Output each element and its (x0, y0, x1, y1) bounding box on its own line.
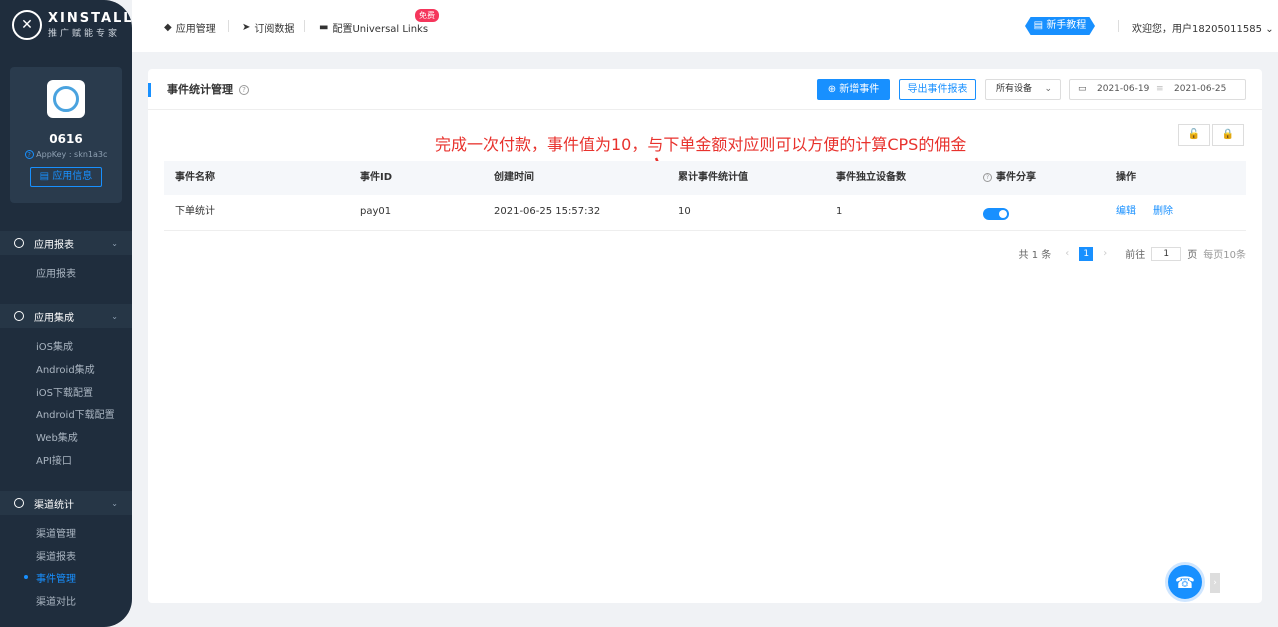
app-info-button[interactable]: ▤ 应用信息 (30, 167, 102, 187)
delete-link[interactable]: 删除 (1153, 195, 1173, 229)
sidebar-item-ios-integration[interactable]: iOS集成 (36, 338, 73, 353)
cube-icon (14, 311, 24, 321)
sidebar-item-ios-download[interactable]: iOS下载配置 (36, 384, 93, 399)
calendar-icon: ▭ (1078, 84, 1087, 94)
col-devices: 事件独立设备数 (836, 172, 906, 183)
chevron-down-icon: ⌄ (111, 498, 118, 508)
event-devices: 1 (836, 206, 843, 217)
top-bar: ◆ 应用管理 ➤ 订阅数据 ▬ 配置Universal Links 免费 ▤ 新手教程… (132, 0, 1278, 52)
brand-name: XINSTALL (48, 11, 132, 26)
col-event-id: 事件ID (360, 172, 393, 183)
nav-universal-links[interactable]: ▬ 配置Universal Links (319, 20, 428, 35)
total-count: 共 1 条 (1018, 250, 1052, 261)
sidebar-item-android-download[interactable]: Android下载配置 (36, 406, 115, 421)
chevron-down-icon: ⌄ (1265, 24, 1274, 35)
briefcase-icon: ▬ (319, 22, 329, 33)
table-header: 事件名称 事件ID 创建时间 累计事件统计值 事件独立设备数 ? 事件分享 操作 (164, 161, 1246, 195)
event-id: pay01 (360, 206, 392, 217)
free-badge: 免费 (415, 9, 439, 22)
per-page: 每页10条 (1203, 250, 1246, 261)
sidebar-item-channel-report[interactable]: 渠道报表 (36, 548, 76, 563)
unlock-icon[interactable]: 🔓 (1178, 124, 1210, 146)
goto-page-input[interactable]: 1 (1151, 246, 1182, 261)
app-name: 0616 (49, 132, 83, 146)
app-card: 0616 ? AppKey : skn1a3c ▤ 应用信息 (10, 67, 122, 203)
main-panel: 事件统计管理? ⊕ 新增事件 导出事件报表 所有设备 ⌄ ▭ 2021-06-19… (148, 69, 1262, 603)
add-event-button[interactable]: ⊕ 新增事件 (817, 79, 890, 100)
col-created: 创建时间 (494, 172, 534, 183)
next-page-icon[interactable]: › (1103, 248, 1107, 259)
xinstall-logo-icon: ✕ (12, 10, 42, 40)
chevron-down-icon: ⌄ (1044, 84, 1052, 94)
sidebar-item-api[interactable]: API接口 (36, 452, 72, 467)
table-row: 下单统计 pay01 2021-06-25 15:57:32 10 1 编辑 删… (164, 195, 1246, 231)
help-icon[interactable]: ? (239, 85, 249, 95)
sidebar-group-app-integration[interactable]: 应用集成 ⌄ (0, 304, 132, 328)
share-toggle[interactable] (983, 208, 1009, 220)
date-range-picker[interactable]: ▭ 2021-06-19 ≡ 2021-06-25 (1069, 79, 1246, 100)
device-select[interactable]: 所有设备 ⌄ (985, 79, 1061, 100)
user-menu[interactable]: 欢迎您，用户18205011585 ⌄ (1132, 20, 1274, 35)
date-end[interactable]: 2021-06-25 (1174, 80, 1226, 99)
sidebar-group-app-report[interactable]: 应用报表 ⌄ (0, 231, 132, 255)
brand-logo[interactable]: ✕ XINSTALL 推广赋能专家 (12, 10, 132, 40)
prev-page-icon[interactable]: ‹ (1065, 248, 1069, 259)
support-headset-icon[interactable]: ☎ (1165, 562, 1205, 602)
sidebar-item-channel-compare[interactable]: 渠道对比 (36, 593, 76, 608)
lock-icon[interactable]: 🔒 (1212, 124, 1244, 146)
sidebar-item-event-manage[interactable]: 事件管理 (24, 570, 76, 585)
chevron-down-icon: ⌄ (111, 238, 118, 248)
col-total: 累计事件统计值 (678, 172, 748, 183)
date-start[interactable]: 2021-06-19 (1097, 80, 1149, 99)
goto-label: 前往 (1125, 250, 1146, 261)
col-event-name: 事件名称 (175, 172, 215, 183)
sidebar-item-app-report[interactable]: 应用报表 (36, 265, 76, 280)
event-name: 下单统计 (175, 206, 215, 217)
page-title: 事件统计管理? (148, 83, 249, 97)
pie-chart-icon (14, 238, 24, 248)
col-share: ? 事件分享 (983, 161, 1036, 195)
sidebar: ✕ XINSTALL 推广赋能专家 0616 ? AppKey : skn1a3… (0, 0, 132, 627)
sidebar-item-channel-manage[interactable]: 渠道管理 (36, 525, 76, 540)
channel-icon (14, 498, 24, 508)
help-icon[interactable]: ? (983, 172, 992, 182)
edit-link[interactable]: 编辑 (1116, 195, 1136, 229)
app-key: ? AppKey : skn1a3c (10, 150, 122, 159)
event-total: 10 (678, 206, 691, 217)
page-1[interactable]: 1 (1079, 246, 1094, 261)
support-expand-icon[interactable]: › (1210, 573, 1220, 593)
send-icon: ➤ (242, 22, 251, 33)
brand-tagline: 推广赋能专家 (48, 29, 121, 39)
cube-icon: ◆ (164, 22, 172, 33)
tutorial-button[interactable]: ▤ 新手教程 (1025, 17, 1095, 35)
chevron-down-icon: ⌄ (111, 311, 118, 321)
col-actions: 操作 (1116, 172, 1136, 183)
sidebar-item-web-integration[interactable]: Web集成 (36, 429, 78, 444)
nav-subscribe[interactable]: ➤ 订阅数据 (242, 20, 294, 35)
help-icon[interactable]: ? (24, 150, 34, 159)
sidebar-group-channel-stats[interactable]: 渠道统计 ⌄ (0, 491, 132, 515)
sidebar-item-android-integration[interactable]: Android集成 (36, 361, 95, 376)
nav-app-manage[interactable]: ◆ 应用管理 (164, 20, 216, 35)
annotation-text: 完成一次付款，事件值为10，与下单金额对应则可以方便的计算CPS的佣金 (435, 135, 967, 154)
export-report-button[interactable]: 导出事件报表 (899, 79, 976, 100)
page-unit: 页 (1187, 250, 1198, 261)
event-created: 2021-06-25 15:57:32 (494, 206, 601, 217)
pagination: 共 1 条 ‹ 1 › 前往 1 页 每页10条 (1019, 246, 1246, 261)
event-table: 事件名称 事件ID 创建时间 累计事件统计值 事件独立设备数 ? 事件分享 操作 … (164, 161, 1246, 231)
app-icon (47, 80, 85, 118)
